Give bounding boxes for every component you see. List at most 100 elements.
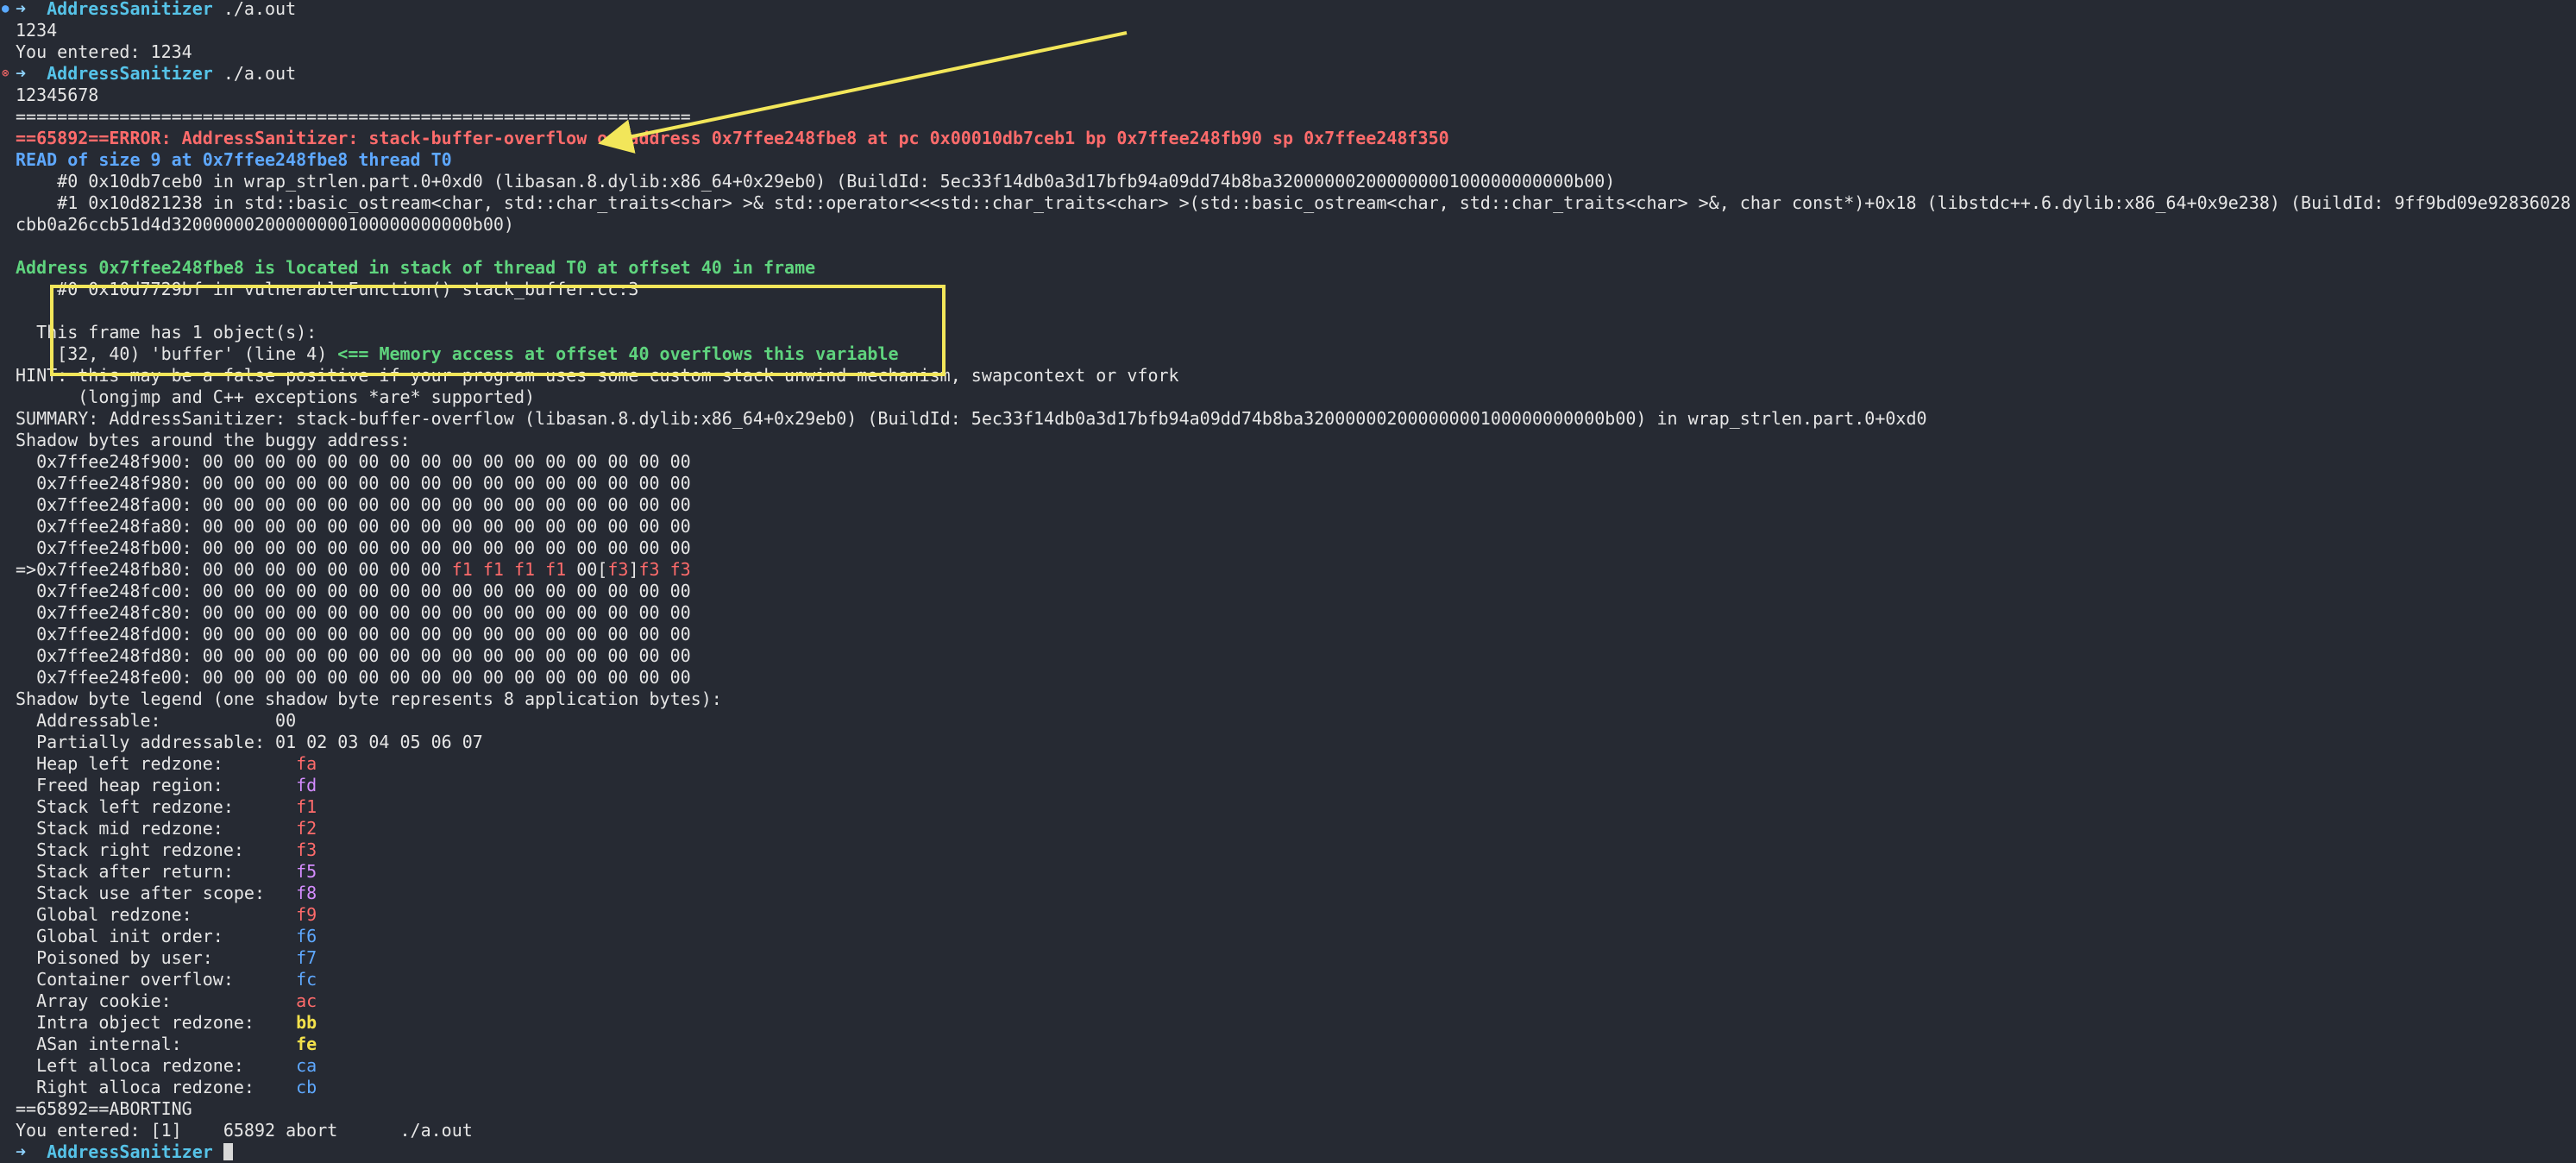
frame-highlight-box <box>50 285 946 376</box>
terminal-line: Right alloca redzone: cb <box>16 1077 2576 1098</box>
terminal-text: 0x7ffee248f980: 00 00 00 00 00 00 00 00 … <box>16 473 691 493</box>
terminal-text: Poisoned by user: <box>16 947 297 968</box>
terminal-line: 0x7ffee248f900: 00 00 00 00 00 00 00 00 … <box>16 451 2576 473</box>
terminal-text: SUMMARY: AddressSanitizer: stack-buffer-… <box>16 408 1927 429</box>
terminal-text: Right alloca redzone: <box>16 1077 297 1097</box>
terminal-text: f5 <box>296 861 317 882</box>
terminal-line: Shadow byte legend (one shadow byte repr… <box>16 688 2576 710</box>
terminal-line: Global redzone: f9 <box>16 904 2576 926</box>
terminal-line: Heap left redzone: fa <box>16 753 2576 775</box>
terminal-line: 0x7ffee248fc80: 00 00 00 00 00 00 00 00 … <box>16 602 2576 624</box>
terminal-text: ./a.out <box>212 0 297 19</box>
terminal-text: 00[ <box>566 559 608 580</box>
terminal-line: ASan internal: fe <box>16 1034 2576 1055</box>
terminal-text: f1 <box>296 796 317 817</box>
terminal-text: Heap left redzone: <box>16 753 297 774</box>
terminal-output[interactable]: You entered: [1] 65825 abort ./a.out●➜ A… <box>0 0 2576 1163</box>
terminal-text: 0x7ffee248fa80: 00 00 00 00 00 00 00 00 … <box>16 516 691 537</box>
terminal-text: Array cookie: <box>16 990 297 1011</box>
terminal-line: Stack right redzone: f3 <box>16 839 2576 861</box>
terminal-text: fc <box>296 969 317 990</box>
terminal-text: fe <box>296 1034 317 1054</box>
terminal-line: Container overflow: fc <box>16 969 2576 990</box>
terminal-text: Left alloca redzone: <box>16 1055 297 1076</box>
terminal-text: Shadow bytes around the buggy address: <box>16 430 411 450</box>
terminal-text: =>0x7ffee248fb80: 00 00 00 00 00 00 00 0… <box>16 559 452 580</box>
terminal-text: You entered: [1] 65892 abort ./a.out <box>16 1120 473 1141</box>
terminal-line: 0x7ffee248f980: 00 00 00 00 00 00 00 00 … <box>16 473 2576 494</box>
terminal-text: bb <box>296 1012 317 1033</box>
terminal-text: f3 <box>607 559 629 580</box>
terminal-text: 0x7ffee248fb00: 00 00 00 00 00 00 00 00 … <box>16 537 691 558</box>
terminal-line: Stack mid redzone: f2 <box>16 818 2576 839</box>
terminal-line: READ of size 9 at 0x7ffee248fbe8 thread … <box>16 149 2576 171</box>
terminal-line: =>0x7ffee248fb80: 00 00 00 00 00 00 00 0… <box>16 559 2576 581</box>
terminal-line: 0x7ffee248fd80: 00 00 00 00 00 00 00 00 … <box>16 645 2576 667</box>
terminal-text: #0 0x10db7ceb0 in wrap_strlen.part.0+0xd… <box>16 171 1616 192</box>
terminal-line: SUMMARY: AddressSanitizer: stack-buffer-… <box>16 408 2576 430</box>
terminal-text: f7 <box>296 947 317 968</box>
terminal-line: 12345678 <box>16 85 2576 106</box>
terminal-text: Container overflow: <box>16 969 297 990</box>
terminal-text: ==65892==ERROR: AddressSanitizer: stack-… <box>16 128 1449 148</box>
terminal-line: ➜ AddressSanitizer <box>16 1141 2576 1163</box>
terminal-line: Array cookie: ac <box>16 990 2576 1012</box>
terminal-line: You entered: [1] 65892 abort ./a.out <box>16 1120 2576 1141</box>
terminal-text: 0x7ffee248fc00: 00 00 00 00 00 00 00 00 … <box>16 581 691 601</box>
terminal-text: ========================================… <box>16 106 691 127</box>
terminal-text: Shadow byte legend (one shadow byte repr… <box>16 688 722 709</box>
terminal-line: Poisoned by user: f7 <box>16 947 2576 969</box>
terminal-text: cbb0a26ccb51d4d3200000020000000010000000… <box>16 214 514 235</box>
terminal-line: ● ➜ AddressSanitizer ./a.out <box>2 0 2576 20</box>
terminal-text: f1 f1 f1 f1 <box>451 559 567 580</box>
terminal-text: Addressable: 00 <box>16 710 297 731</box>
terminal-line: cbb0a26ccb51d4d3200000020000000010000000… <box>16 214 2576 236</box>
terminal-text: Address 0x7ffee248fbe8 is located in sta… <box>16 257 816 278</box>
terminal-text: READ of size 9 at 0x7ffee248fbe8 thread … <box>16 149 452 170</box>
prompt-error-icon: ⊗ <box>2 66 9 80</box>
terminal-text: Stack left redzone: <box>16 796 297 817</box>
terminal-text: f6 <box>296 926 317 946</box>
terminal-text: 0x7ffee248fd00: 00 00 00 00 00 00 00 00 … <box>16 624 691 644</box>
terminal-line: #0 0x10db7ceb0 in wrap_strlen.part.0+0xd… <box>16 171 2576 192</box>
terminal-line: Stack left redzone: f1 <box>16 796 2576 818</box>
terminal-text: Stack after return: <box>16 861 297 882</box>
terminal-line: ==65892==ERROR: AddressSanitizer: stack-… <box>16 128 2576 149</box>
terminal-text: Intra object redzone: <box>16 1012 297 1033</box>
terminal-text: fd <box>296 775 317 795</box>
terminal-line: ⊗ ➜ AddressSanitizer ./a.out <box>2 63 2576 85</box>
terminal-text: Stack mid redzone: <box>16 818 297 839</box>
terminal-line: Stack after return: f5 <box>16 861 2576 883</box>
terminal-text: 0x7ffee248fe00: 00 00 00 00 00 00 00 00 … <box>16 667 691 688</box>
terminal-text: Stack use after scope: <box>16 883 297 903</box>
terminal-text: 12345678 <box>16 85 99 105</box>
text-cursor[interactable] <box>223 1143 233 1160</box>
terminal-line: Addressable: 00 <box>16 710 2576 732</box>
terminal-text: (longjmp and C++ exceptions *are* suppor… <box>16 387 536 407</box>
terminal-text: AddressSanitizer <box>47 1141 213 1162</box>
terminal-line: Left alloca redzone: ca <box>16 1055 2576 1077</box>
terminal-text: Partially addressable: 01 02 03 04 05 06… <box>16 732 483 752</box>
terminal-text: f3 f3 <box>638 559 691 580</box>
terminal-text: cb <box>296 1077 317 1097</box>
terminal-line: Freed heap region: fd <box>16 775 2576 796</box>
terminal-text: AddressSanitizer <box>47 63 213 84</box>
terminal-text: You entered: 1234 <box>16 41 192 62</box>
terminal-line: 0x7ffee248fa00: 00 00 00 00 00 00 00 00 … <box>16 494 2576 516</box>
terminal-text: Global redzone: <box>16 904 297 925</box>
terminal-line: Stack use after scope: f8 <box>16 883 2576 904</box>
terminal-text: ac <box>296 990 317 1011</box>
prompt-status-icon: ● <box>2 2 9 16</box>
terminal-text: Stack right redzone: <box>16 839 297 860</box>
terminal-text: ➜ <box>16 1141 47 1162</box>
terminal-text: 0x7ffee248fc80: 00 00 00 00 00 00 00 00 … <box>16 602 691 623</box>
terminal-line: Global init order: f6 <box>16 926 2576 947</box>
terminal-text: 0x7ffee248fd80: 00 00 00 00 00 00 00 00 … <box>16 645 691 666</box>
terminal-line: You entered: 1234 <box>16 41 2576 63</box>
terminal-line: 0x7ffee248fb00: 00 00 00 00 00 00 00 00 … <box>16 537 2576 559</box>
terminal-line: ==65892==ABORTING <box>16 1098 2576 1120</box>
terminal-text: #1 0x10d821238 in std::basic_ostream<cha… <box>16 192 2572 213</box>
terminal-text: ➜ <box>16 0 47 19</box>
